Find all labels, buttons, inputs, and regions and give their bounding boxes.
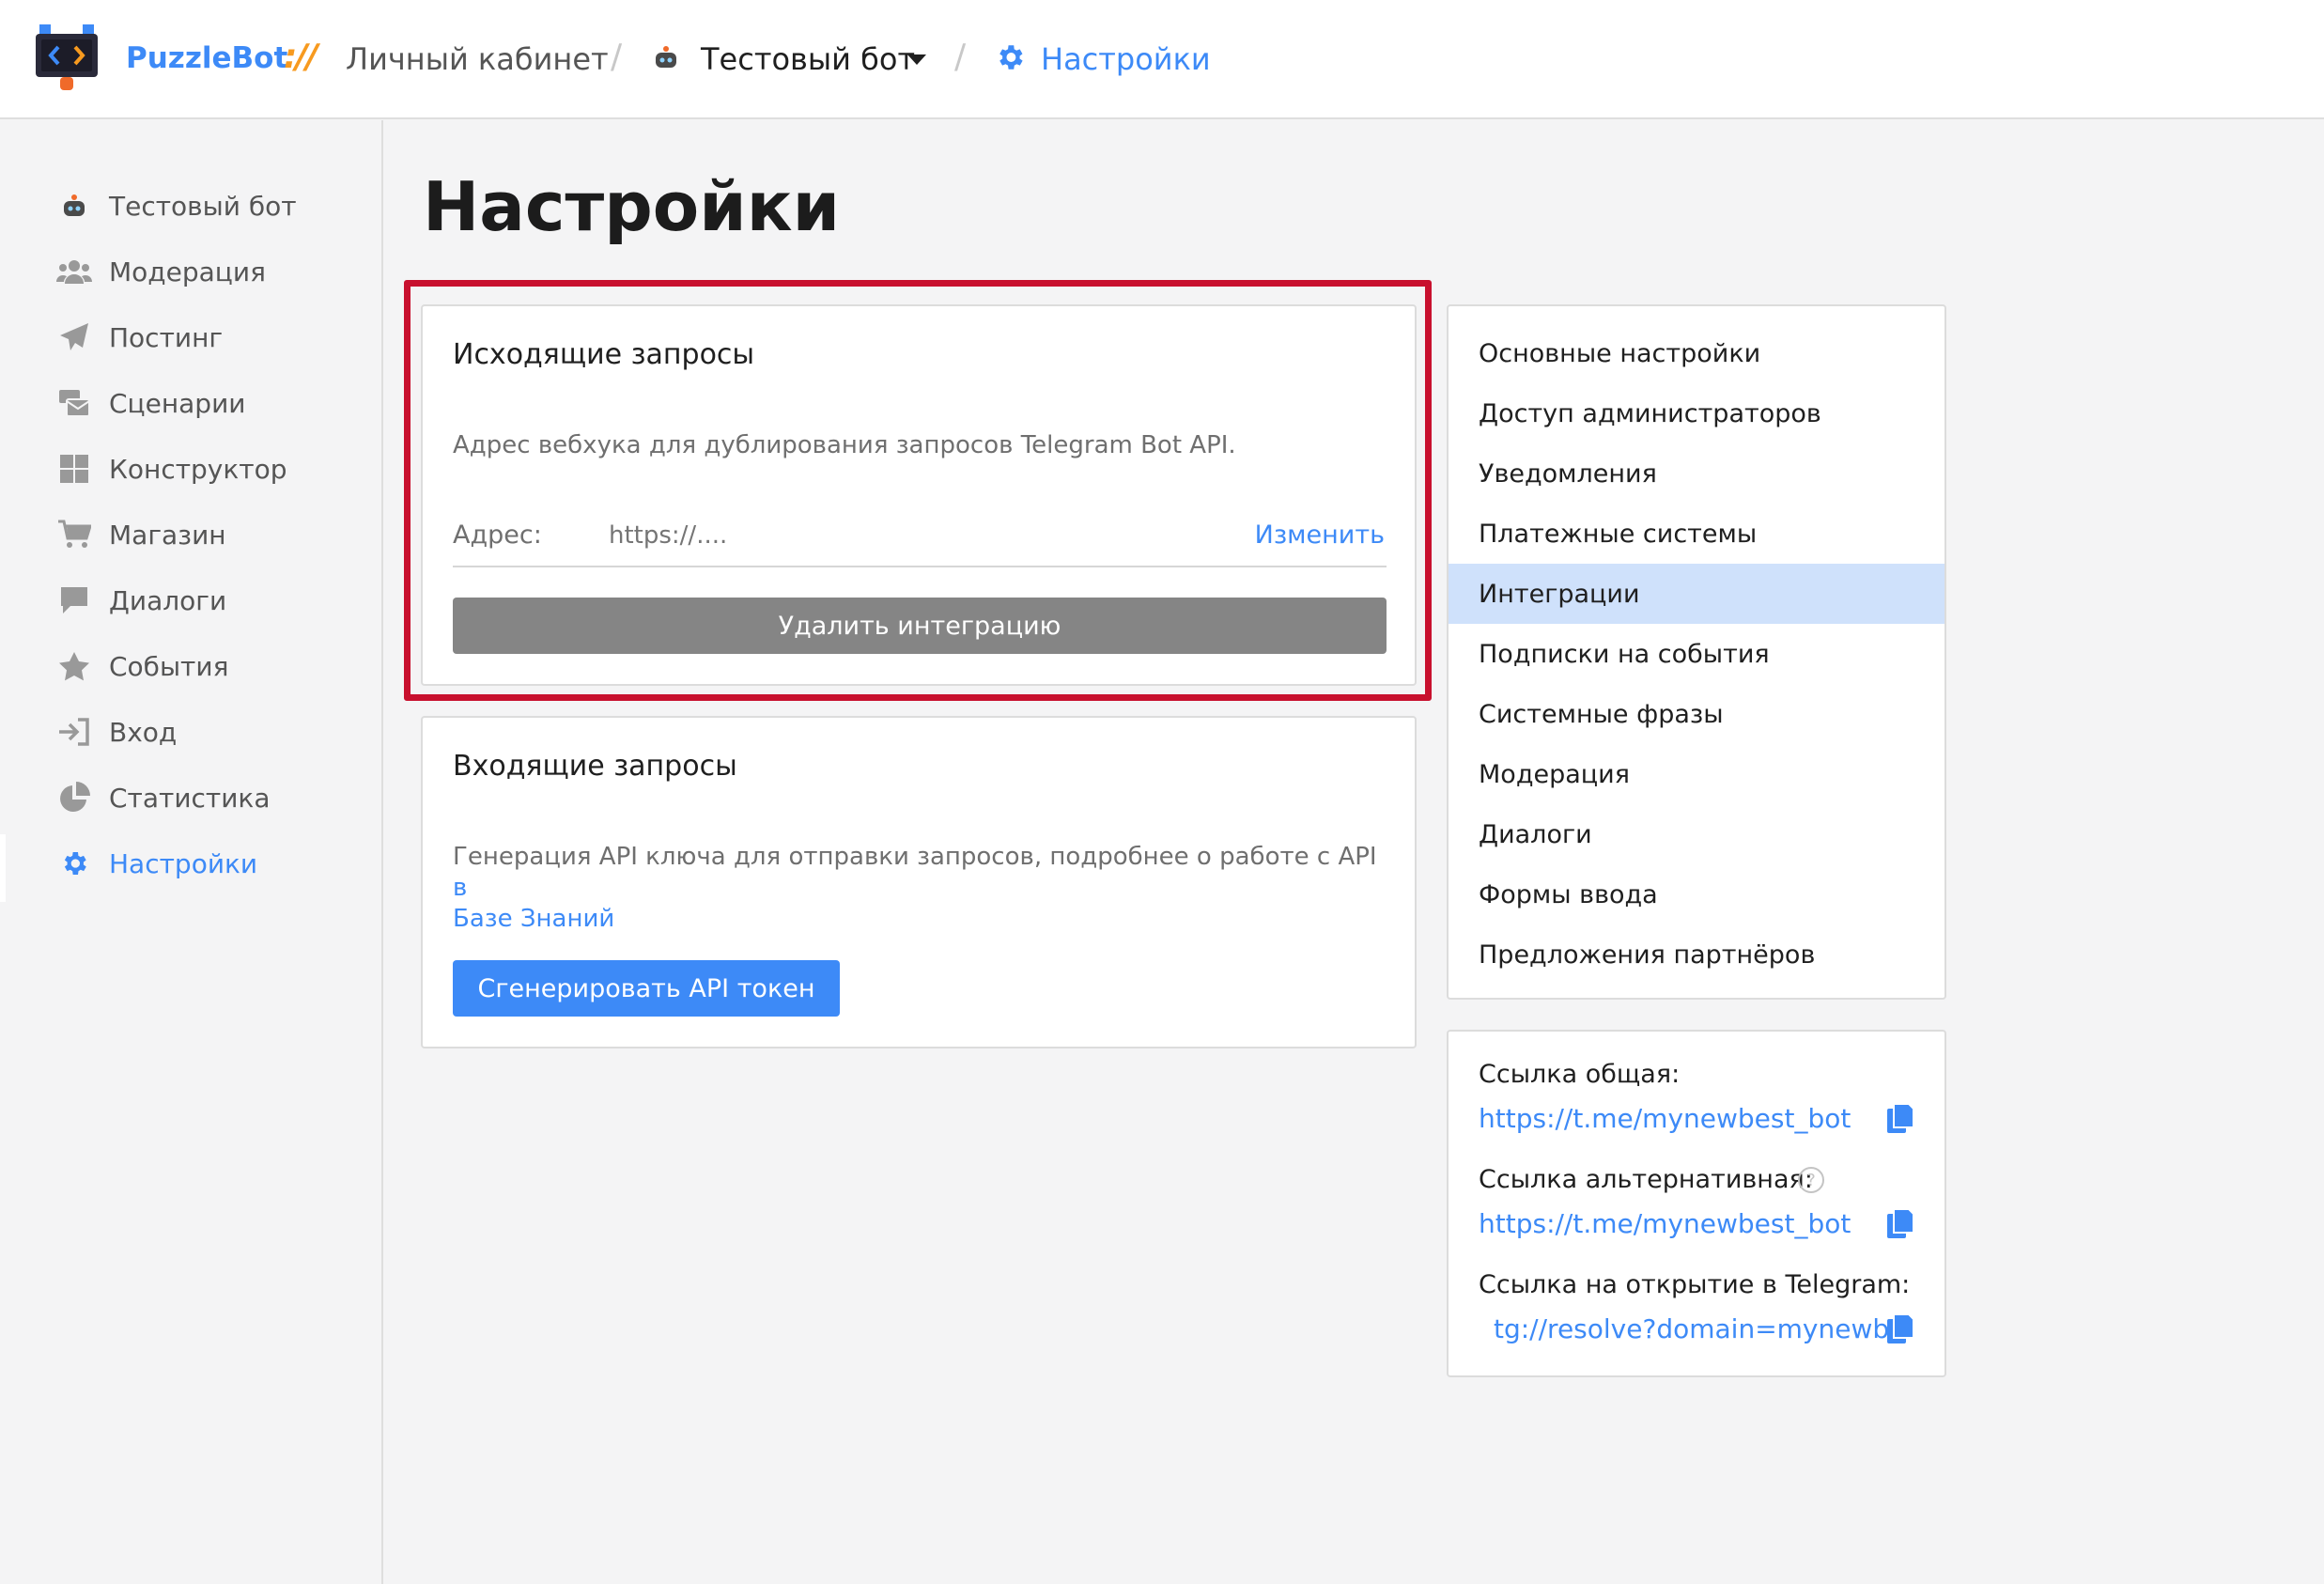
breadcrumb-separator: /: [954, 38, 967, 76]
breadcrumb-separator: /: [611, 38, 623, 76]
generate-api-token-button[interactable]: Сгенерировать API токен: [453, 960, 840, 1017]
page-title: Настройки: [423, 167, 841, 246]
chat-icon: [56, 584, 92, 616]
brand-name[interactable]: PuzzleBot: [126, 41, 287, 75]
sidebar-item-label: Настройки: [109, 847, 258, 879]
telegram-link-label: Ссылка на открытие в Telegram:: [1479, 1270, 1911, 1299]
description-text: Генерация API ключа для отправки запросо…: [453, 843, 1377, 871]
sidebar-item-label: Модерация: [109, 256, 266, 287]
menu-item-input-forms[interactable]: Формы ввода: [1449, 864, 1944, 924]
brand-separator: ://: [284, 38, 318, 76]
menu-item-admin-access[interactable]: Доступ администраторов: [1449, 383, 1944, 443]
robot-icon: [56, 190, 92, 222]
settings-menu: Основные настройки Доступ администраторо…: [1447, 304, 1946, 1000]
sidebar: Тестовый бот Модерация Постинг Сценарии …: [0, 120, 383, 1584]
menu-item-moderation[interactable]: Модерация: [1449, 744, 1944, 804]
breadcrumb-settings[interactable]: Настройки: [1041, 41, 1211, 77]
sidebar-item-label: Диалоги: [109, 584, 227, 616]
sidebar-item-constructor[interactable]: Конструктор: [56, 445, 366, 492]
incoming-requests-card: Входящие запросы Генерация API ключа для…: [421, 716, 1417, 1048]
knowledge-base-link[interactable]: Базе Знаний: [453, 905, 614, 933]
sidebar-item-label: Постинг: [109, 321, 224, 353]
menu-item-system-phrases[interactable]: Системные фразы: [1449, 684, 1944, 744]
top-bar: PuzzleBot :// Личный кабинет / Тестовый …: [0, 0, 2324, 119]
menu-item-integrations[interactable]: Интеграции: [1449, 564, 1944, 624]
sidebar-item-label: Магазин: [109, 519, 226, 551]
sidebar-item-bot[interactable]: Тестовый бот: [56, 182, 366, 229]
sidebar-item-moderation[interactable]: Модерация: [56, 248, 366, 295]
menu-item-partner-offers[interactable]: Предложения партнёров: [1449, 924, 1944, 985]
sidebar-active-indicator: [0, 834, 6, 902]
sidebar-item-label: Конструктор: [109, 453, 287, 485]
sidebar-item-label: Статистика: [109, 782, 271, 814]
copy-icon[interactable]: [1886, 1208, 1914, 1240]
sidebar-item-label: События: [109, 650, 229, 682]
robot-icon: [656, 46, 676, 68]
menu-item-payments[interactable]: Платежные системы: [1449, 504, 1944, 564]
card-description: Генерация API ключа для отправки запросо…: [453, 842, 1392, 935]
sidebar-item-settings[interactable]: Настройки: [56, 840, 366, 887]
telegram-link-url[interactable]: tg://resolve?domain=mynewb...: [1494, 1313, 1914, 1344]
paper-plane-icon: [56, 321, 92, 353]
gear-icon: [56, 847, 92, 879]
breadcrumb-bot[interactable]: Тестовый бот: [701, 41, 915, 77]
sidebar-item-statistics[interactable]: Статистика: [56, 774, 366, 821]
highlight-frame: [404, 280, 1432, 701]
sidebar-item-label: Тестовый бот: [109, 190, 297, 222]
knowledge-base-link[interactable]: в: [453, 874, 467, 902]
alt-link-label: Ссылка альтернативная:: [1479, 1165, 1813, 1194]
sidebar-item-label: Вход: [109, 716, 178, 748]
common-link-url[interactable]: https://t.me/mynewbest_bot: [1479, 1103, 1851, 1134]
users-icon: [56, 256, 92, 287]
sidebar-item-posting[interactable]: Постинг: [56, 314, 366, 361]
menu-item-notifications[interactable]: Уведомления: [1449, 443, 1944, 504]
puzzlebot-logo[interactable]: [36, 24, 98, 92]
breadcrumb-cabinet[interactable]: Личный кабинет: [346, 41, 609, 77]
bot-links-card: Ссылка общая: https://t.me/mynewbest_bot…: [1447, 1030, 1946, 1377]
menu-item-dialogs[interactable]: Диалоги: [1449, 804, 1944, 864]
copy-icon[interactable]: [1886, 1103, 1914, 1135]
pie-chart-icon: [56, 782, 92, 814]
sidebar-item-events[interactable]: События: [56, 643, 366, 690]
star-icon: [56, 650, 92, 682]
mail-bulk-icon: [56, 387, 92, 419]
sign-in-icon: [56, 716, 92, 748]
card-title: Входящие запросы: [453, 750, 737, 783]
sidebar-item-shop[interactable]: Магазин: [56, 511, 366, 558]
sidebar-item-login[interactable]: Вход: [56, 708, 366, 755]
common-link-label: Ссылка общая:: [1479, 1060, 1681, 1089]
grid-icon: [56, 453, 92, 485]
cart-icon: [56, 519, 92, 551]
copy-icon[interactable]: [1886, 1313, 1914, 1345]
help-icon[interactable]: ?: [1798, 1167, 1824, 1193]
sidebar-item-scenarios[interactable]: Сценарии: [56, 380, 366, 427]
chevron-down-icon[interactable]: [907, 54, 926, 65]
alt-link-url[interactable]: https://t.me/mynewbest_bot: [1479, 1208, 1851, 1239]
gear-icon: [999, 45, 1023, 70]
menu-item-event-subscriptions[interactable]: Подписки на события: [1449, 624, 1944, 684]
sidebar-item-dialogs[interactable]: Диалоги: [56, 577, 366, 624]
sidebar-item-label: Сценарии: [109, 387, 246, 419]
menu-item-basic[interactable]: Основные настройки: [1449, 323, 1944, 383]
